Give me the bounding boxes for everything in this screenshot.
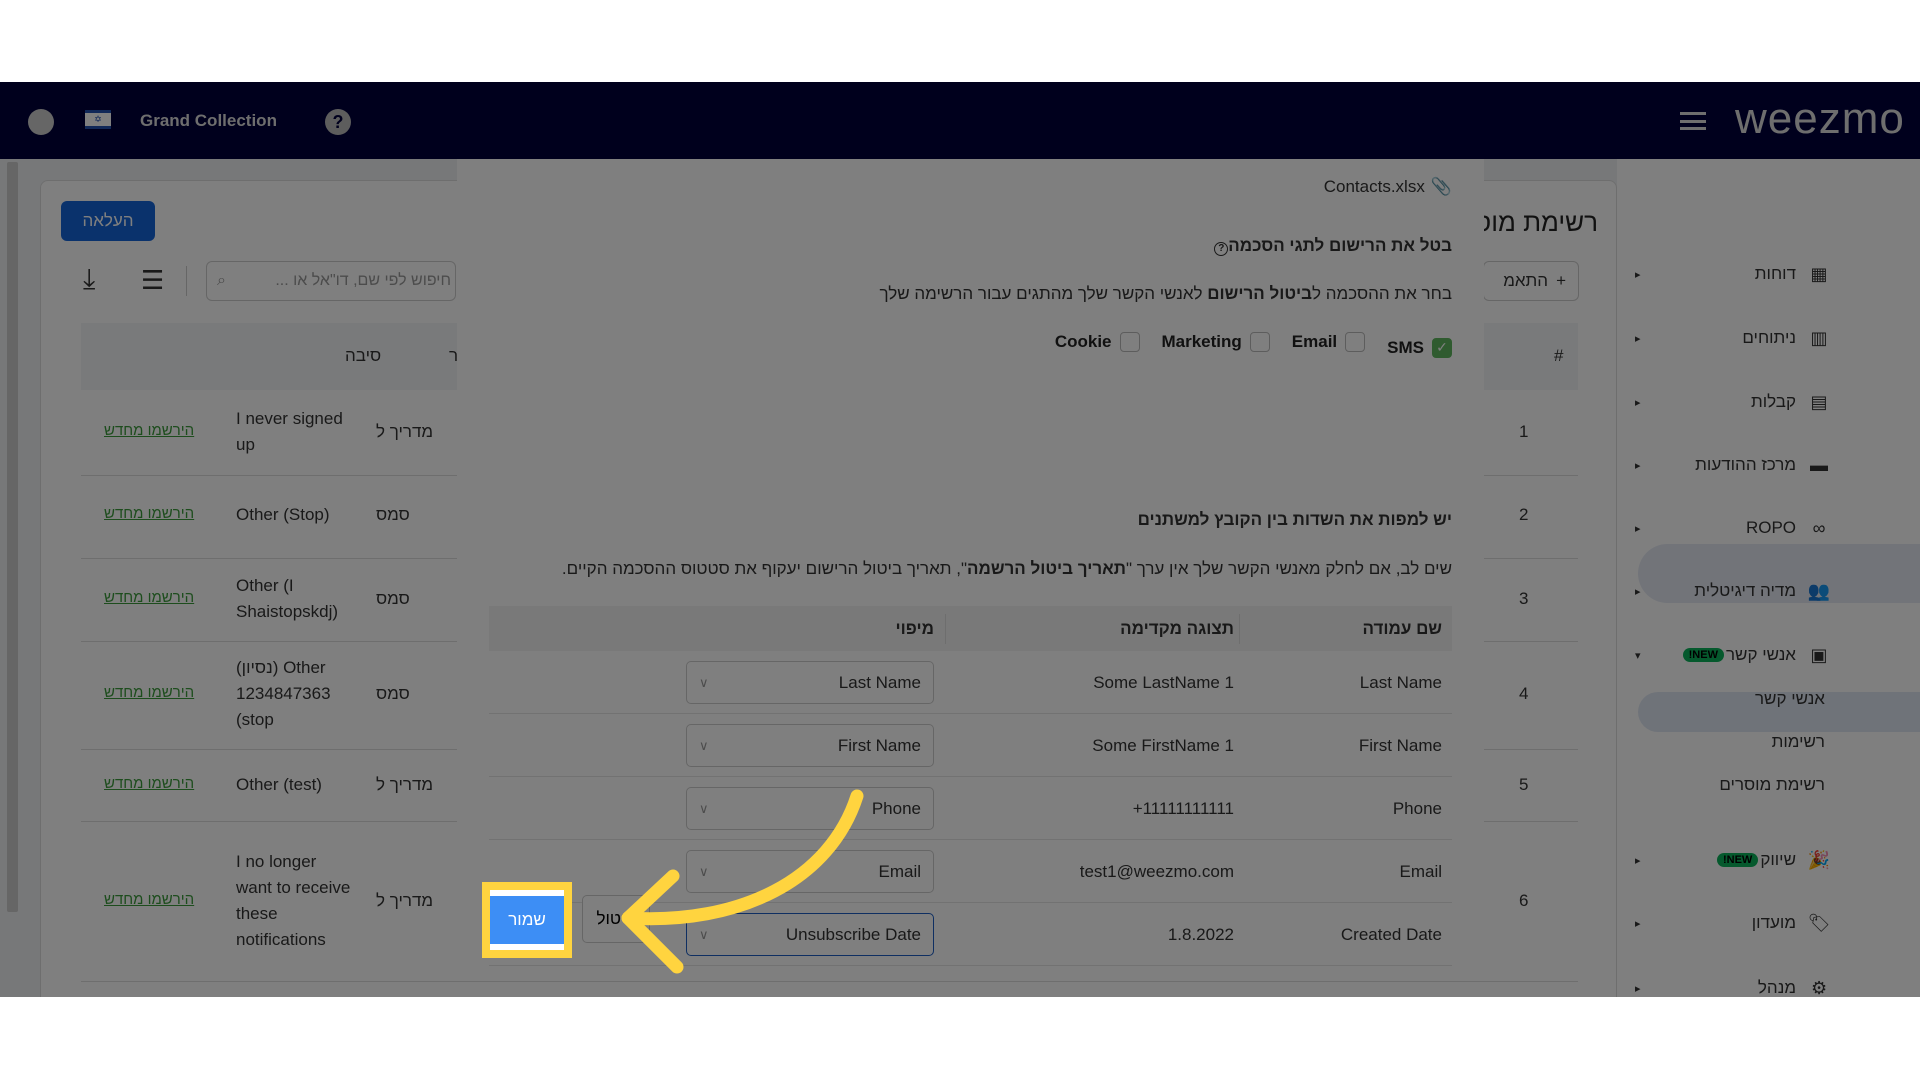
pointer-arrow bbox=[621, 789, 864, 974]
